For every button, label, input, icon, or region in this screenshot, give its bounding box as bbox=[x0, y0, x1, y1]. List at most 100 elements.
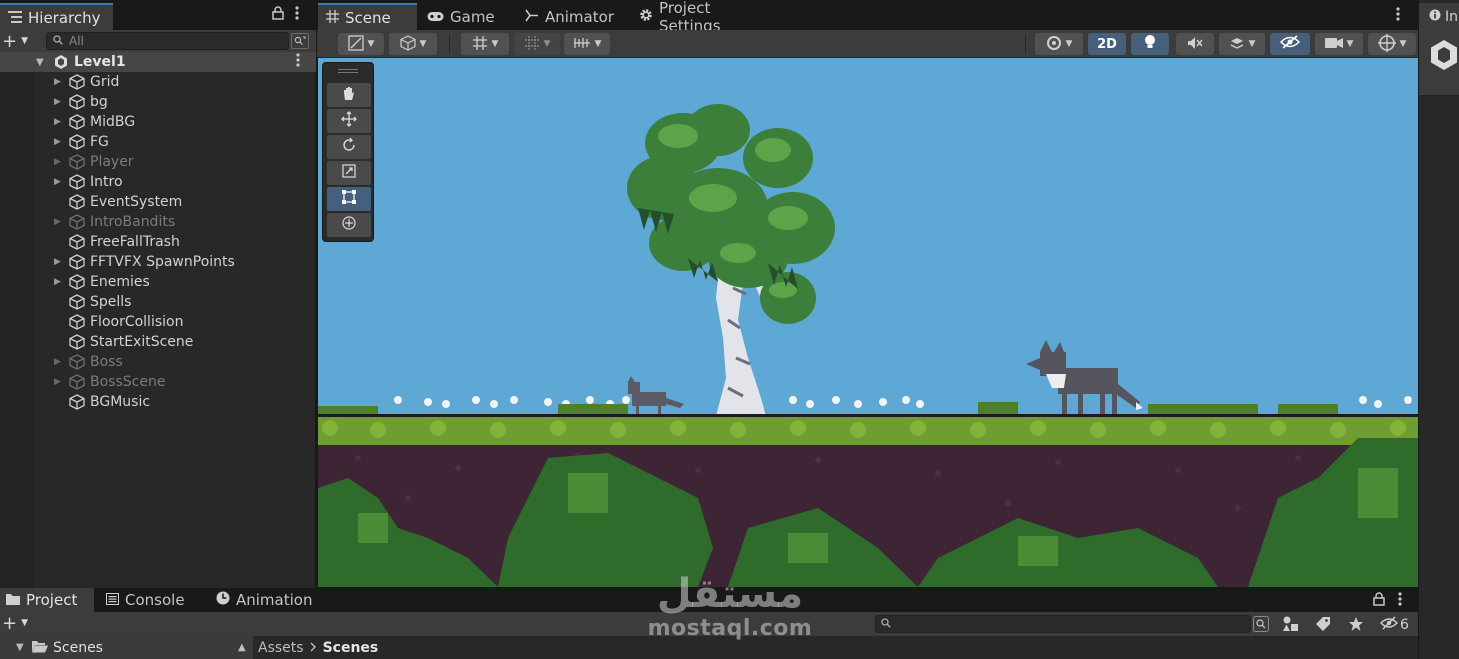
tab-inspector[interactable]: In bbox=[1419, 3, 1459, 30]
hierarchy-item[interactable]: BGMusic bbox=[0, 392, 316, 412]
filter-by-type-icon[interactable] bbox=[1282, 616, 1300, 636]
expand-arrow-icon[interactable]: ▶ bbox=[54, 97, 61, 107]
gizmos-dropdown[interactable]: ▼ bbox=[1368, 33, 1416, 55]
hierarchy-item[interactable]: ▶ Player bbox=[0, 152, 316, 172]
unity-logo-icon bbox=[1429, 38, 1459, 76]
hand-tool-button[interactable] bbox=[327, 83, 371, 107]
create-button[interactable]: + ▼ bbox=[2, 30, 28, 52]
project-search-input[interactable] bbox=[875, 615, 1251, 633]
gameobject-cube-icon bbox=[69, 294, 85, 314]
scene-visibility-toggle[interactable] bbox=[1270, 33, 1310, 55]
lighting-toggle-button[interactable] bbox=[1131, 33, 1169, 55]
tab-animation[interactable]: Animation bbox=[210, 588, 330, 612]
search-options-icon[interactable] bbox=[1253, 616, 1269, 636]
hierarchy-item[interactable]: ▶ FG bbox=[0, 132, 316, 152]
expand-arrow-icon[interactable]: ▶ bbox=[54, 257, 61, 267]
hierarchy-tree: ▼ Level1 ▶ Grid ▶ bg ▶ MidBG ▶ FG ▶ Player ▶ Intro E… bbox=[0, 52, 316, 412]
chevron-down-icon: ▼ bbox=[1248, 39, 1256, 49]
hierarchy-item[interactable]: ▶ FFTVFX SpawnPoints bbox=[0, 252, 316, 272]
hierarchy-item[interactable]: ▶ Boss bbox=[0, 352, 316, 372]
gamepad-icon bbox=[427, 8, 444, 26]
hierarchy-item[interactable]: ▶ bg bbox=[0, 92, 316, 112]
gameobject-cube-icon bbox=[69, 114, 85, 134]
chevron-up-icon[interactable]: ▲ bbox=[238, 642, 246, 653]
scene-tabbar: Scene Game Animator Project Settings bbox=[317, 0, 1418, 35]
tab-hierarchy[interactable]: Hierarchy bbox=[0, 3, 113, 30]
hierarchy-item[interactable]: ▶ Enemies bbox=[0, 272, 316, 292]
tab-project[interactable]: Project bbox=[0, 588, 94, 612]
grid-snapping-dropdown[interactable]: ▼ bbox=[461, 33, 509, 55]
rect-tool-button[interactable] bbox=[327, 187, 371, 211]
expand-arrow-icon[interactable]: ▶ bbox=[54, 117, 61, 127]
inspector-header bbox=[1419, 30, 1459, 96]
tab-scene[interactable]: Scene bbox=[318, 3, 417, 30]
hierarchy-item[interactable]: ▶ MidBG bbox=[0, 112, 316, 132]
hierarchy-search-input[interactable]: All bbox=[46, 32, 289, 50]
audio-toggle-button[interactable] bbox=[1176, 33, 1214, 55]
hidden-packages-toggle[interactable]: 6 bbox=[1380, 616, 1409, 634]
lock-icon[interactable] bbox=[272, 6, 284, 24]
expand-arrow-icon[interactable]: ▶ bbox=[54, 77, 61, 87]
kebab-menu-icon[interactable] bbox=[1396, 7, 1400, 25]
effects-dropdown[interactable]: ▼ bbox=[1219, 33, 1265, 55]
hierarchy-item[interactable]: FloorCollision bbox=[0, 312, 316, 332]
camera-orbit-dropdown[interactable]: ▼ bbox=[1035, 33, 1083, 55]
overlay-grip-icon[interactable] bbox=[338, 69, 358, 73]
draw-mode-dropdown[interactable]: ▼ bbox=[338, 33, 384, 55]
chevron-right-icon bbox=[310, 640, 317, 656]
tab-project-settings[interactable]: Project Settings bbox=[631, 0, 779, 35]
hierarchy-item[interactable]: ▶ BossScene bbox=[0, 372, 316, 392]
rotate-tool-button[interactable] bbox=[327, 135, 371, 159]
filter-by-label-icon[interactable] bbox=[1315, 616, 1331, 636]
hierarchy-item[interactable]: StartExitScene bbox=[0, 332, 316, 352]
folder-tree-item-scenes[interactable]: ▼ Scenes ▲ bbox=[0, 636, 253, 659]
tab-label: In bbox=[1445, 8, 1459, 25]
tab-game[interactable]: Game bbox=[419, 3, 511, 30]
expand-arrow-icon[interactable]: ▶ bbox=[54, 377, 61, 387]
hierarchy-item[interactable]: ▶ Intro bbox=[0, 172, 316, 192]
expand-arrow-icon[interactable]: ▶ bbox=[54, 217, 61, 227]
transform-tool-button[interactable] bbox=[327, 213, 371, 237]
kebab-menu-icon[interactable] bbox=[296, 53, 300, 71]
kebab-menu-icon[interactable] bbox=[1398, 592, 1402, 610]
expand-arrow-icon[interactable]: ▶ bbox=[54, 157, 61, 167]
tab-console[interactable]: Console bbox=[100, 588, 200, 612]
ruler-snapping-dropdown[interactable]: ▼ bbox=[564, 33, 610, 55]
scene-row-level1[interactable]: ▼ Level1 bbox=[0, 52, 316, 72]
increment-snapping-dropdown[interactable]: ▼ bbox=[514, 33, 560, 55]
render-mode-dropdown[interactable]: ▼ bbox=[389, 33, 437, 55]
expand-arrow-icon[interactable]: ▼ bbox=[36, 57, 44, 68]
hierarchy-item[interactable]: ▶ IntroBandits bbox=[0, 212, 316, 232]
scene-viewport[interactable] bbox=[318, 58, 1418, 587]
hierarchy-item[interactable]: Spells bbox=[0, 292, 316, 312]
lock-icon[interactable] bbox=[1373, 592, 1385, 610]
hierarchy-item[interactable]: EventSystem bbox=[0, 192, 316, 212]
breadcrumb-scenes[interactable]: Scenes bbox=[323, 640, 379, 656]
move-tool-button[interactable] bbox=[327, 109, 371, 133]
gizmo-icon bbox=[1377, 33, 1396, 55]
hierarchy-item[interactable]: FreeFallTrash bbox=[0, 232, 316, 252]
scene-name: Level1 bbox=[74, 54, 126, 70]
expand-arrow-icon[interactable]: ▼ bbox=[16, 642, 24, 653]
level-artwork bbox=[318, 58, 1418, 587]
layers-effects-icon bbox=[1229, 35, 1245, 54]
expand-arrow-icon[interactable]: ▶ bbox=[54, 357, 61, 367]
toggle-2d-button[interactable]: 2D bbox=[1088, 33, 1126, 55]
search-options-icon[interactable] bbox=[291, 33, 309, 49]
project-tabbar: Project Console Animation bbox=[0, 588, 1418, 612]
create-asset-button[interactable]: + ▼ bbox=[2, 612, 28, 634]
camera-settings-dropdown[interactable]: ▼ bbox=[1315, 33, 1363, 55]
expand-arrow-icon[interactable]: ▶ bbox=[54, 137, 61, 147]
chevron-down-icon: ▼ bbox=[1065, 39, 1073, 49]
star-icon[interactable] bbox=[1348, 616, 1364, 636]
expand-arrow-icon[interactable]: ▶ bbox=[54, 177, 61, 187]
expand-arrow-icon[interactable]: ▶ bbox=[54, 277, 61, 287]
breadcrumb-assets[interactable]: Assets bbox=[258, 640, 304, 656]
hierarchy-item[interactable]: ▶ Grid bbox=[0, 72, 316, 92]
plus-icon: + bbox=[2, 612, 18, 634]
tab-animator[interactable]: Animator bbox=[517, 3, 629, 30]
animator-icon bbox=[525, 8, 539, 26]
scale-tool-button[interactable] bbox=[327, 161, 371, 185]
kebab-menu-icon[interactable] bbox=[295, 6, 299, 24]
snap-grid-icon bbox=[524, 35, 540, 54]
